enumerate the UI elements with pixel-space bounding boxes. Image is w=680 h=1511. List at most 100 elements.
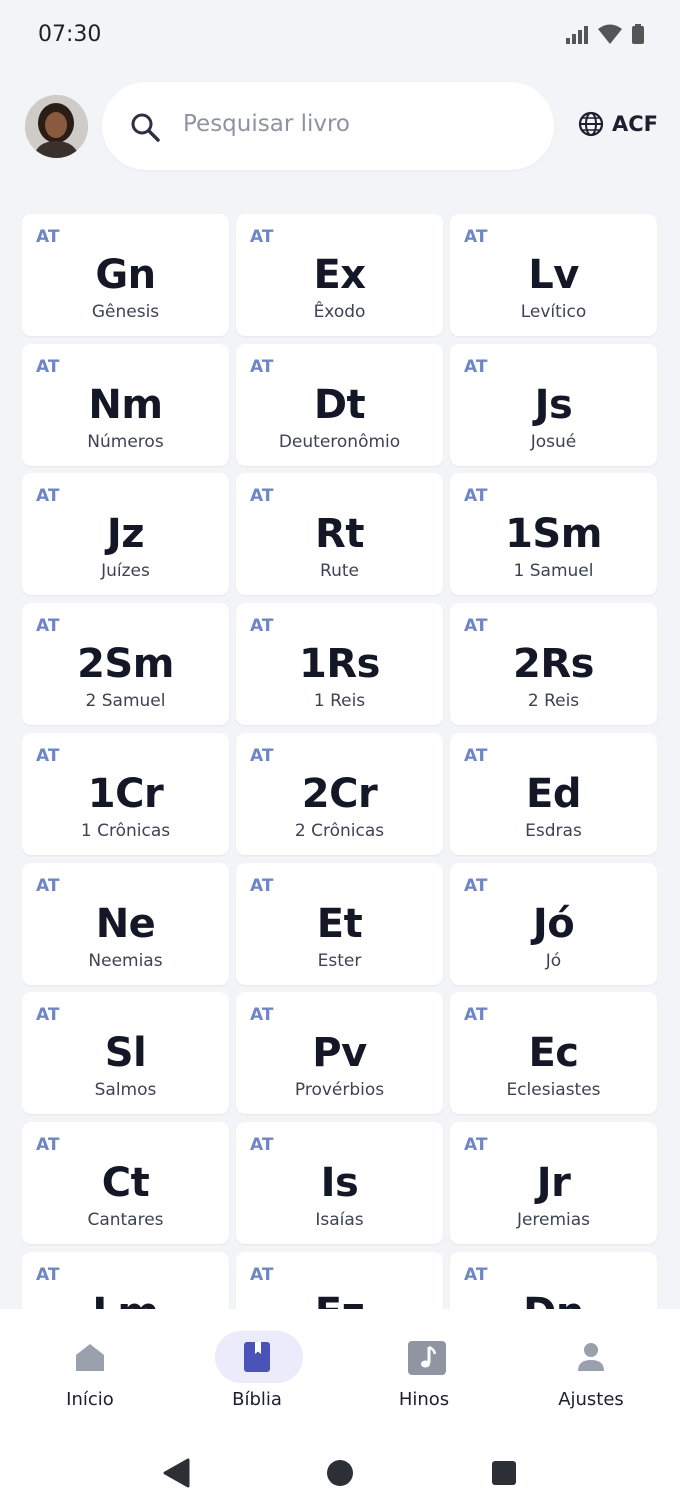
book-card[interactable]: AT Ne Neemias [22,863,229,985]
testament-tag: AT [36,746,60,766]
book-abbreviation: Ex [313,252,366,298]
version-label: ACF [612,112,659,136]
testament-tag: AT [250,486,274,506]
search-input[interactable]: Pesquisar livro [183,111,350,137]
recents-icon[interactable] [491,1460,517,1486]
avatar[interactable] [25,95,88,158]
nav-item-ajustes[interactable]: Ajustes [506,1309,676,1434]
book-card[interactable]: AT Ct Cantares [22,1122,229,1244]
book-name: Provérbios [294,1080,385,1100]
book-abbreviation: Ec [528,1030,579,1076]
testament-tag: AT [36,227,60,247]
system-nav-bar [0,1434,680,1511]
book-name: Salmos [94,1080,157,1100]
book-card[interactable]: AT Nm Números [22,344,229,466]
book-card[interactable]: AT Lm [22,1252,229,1309]
search-bar[interactable]: Pesquisar livro [102,82,554,170]
book-card[interactable]: AT Js Josué [450,344,657,466]
book-card[interactable]: AT Jz Juízes [22,473,229,595]
book-card[interactable]: AT Jr Jeremias [450,1122,657,1244]
book-name: Isaías [315,1210,364,1230]
book-card[interactable]: AT Ez [236,1252,443,1309]
bottom-nav: Início Bíblia Hinos Ajustes [0,1309,680,1434]
book-card[interactable]: AT Gn Gênesis [22,214,229,336]
book-name: Josué [530,432,577,452]
book-name: 1 Crônicas [80,821,171,841]
testament-tag: AT [464,1265,488,1285]
book-name: Gênesis [91,302,160,322]
book-card[interactable]: AT Ed Esdras [450,733,657,855]
book-card[interactable]: AT Dn [450,1252,657,1309]
book-card[interactable]: AT Sl Salmos [22,992,229,1114]
book-abbreviation: Lm [22,1290,229,1309]
book-card[interactable]: AT 1Rs 1 Reis [236,603,443,725]
search-icon [131,113,160,142]
book-abbreviation: 2Sm [77,641,174,687]
book-abbreviation: Rt [315,511,364,557]
testament-tag: AT [250,746,274,766]
book-card[interactable]: AT 2Rs 2 Reis [450,603,657,725]
home-icon [76,1344,104,1371]
testament-tag: AT [250,1135,274,1155]
book-card[interactable]: AT Lv Levítico [450,214,657,336]
book-abbreviation: Dn [450,1290,657,1309]
person-icon [578,1343,604,1371]
nav-item-biblia[interactable]: Bíblia [172,1309,342,1434]
book-card[interactable]: AT 2Cr 2 Crônicas [236,733,443,855]
wifi-icon [598,24,622,44]
testament-tag: AT [36,357,60,377]
testament-tag: AT [464,616,488,636]
book-card[interactable]: AT Jó Jó [450,863,657,985]
testament-tag: AT [250,876,274,896]
back-icon[interactable] [162,1458,190,1488]
book-name: 2 Samuel [85,691,166,711]
book-name: Ester [317,951,362,971]
book-name: Números [87,432,164,452]
book-abbreviation: Gn [95,252,156,298]
testament-tag: AT [464,876,488,896]
testament-tag: AT [464,746,488,766]
testament-tag: AT [250,357,274,377]
home-button-icon[interactable] [326,1459,354,1487]
testament-tag: AT [36,876,60,896]
book-card[interactable]: AT Is Isaías [236,1122,443,1244]
testament-tag: AT [36,1005,60,1025]
book-card[interactable]: AT 2Sm 2 Samuel [22,603,229,725]
book-card[interactable]: AT Pv Provérbios [236,992,443,1114]
nav-label-inicio: Início [66,1389,114,1410]
nav-item-hinos[interactable]: Hinos [339,1309,509,1434]
book-name: 2 Crônicas [294,821,385,841]
book-abbreviation: Pv [312,1030,367,1076]
book-card[interactable]: AT 1Sm 1 Samuel [450,473,657,595]
book-name: Neemias [88,951,163,971]
avatar-image [25,95,88,158]
testament-tag: AT [464,1005,488,1025]
book-name: Jeremias [516,1210,591,1230]
book-card[interactable]: AT 1Cr 1 Crônicas [22,733,229,855]
book-icon [244,1342,270,1372]
testament-tag: AT [250,1265,274,1285]
book-card[interactable]: AT Dt Deuteronômio [236,344,443,466]
book-abbreviation: Ct [101,1160,150,1206]
book-name: Esdras [525,821,582,841]
book-abbreviation: 2Rs [513,641,594,687]
book-abbreviation: Ed [526,771,581,817]
book-name: 2 Reis [527,691,580,711]
book-card[interactable]: AT Et Ester [236,863,443,985]
testament-tag: AT [250,1005,274,1025]
book-abbreviation: Jó [532,901,575,947]
music-icon [408,1341,446,1375]
testament-tag: AT [250,616,274,636]
book-card[interactable]: AT Rt Rute [236,473,443,595]
book-abbreviation: Is [320,1160,359,1206]
book-abbreviation: Lv [528,252,579,298]
book-card[interactable]: AT Ec Eclesiastes [450,992,657,1114]
book-name: Deuteronômio [278,432,401,452]
nav-item-inicio[interactable]: Início [5,1309,175,1434]
testament-tag: AT [464,1135,488,1155]
version-selector[interactable]: ACF [578,111,658,137]
testament-tag: AT [464,486,488,506]
testament-tag: AT [250,227,274,247]
book-name: Cantares [87,1210,164,1230]
book-card[interactable]: AT Ex Êxodo [236,214,443,336]
